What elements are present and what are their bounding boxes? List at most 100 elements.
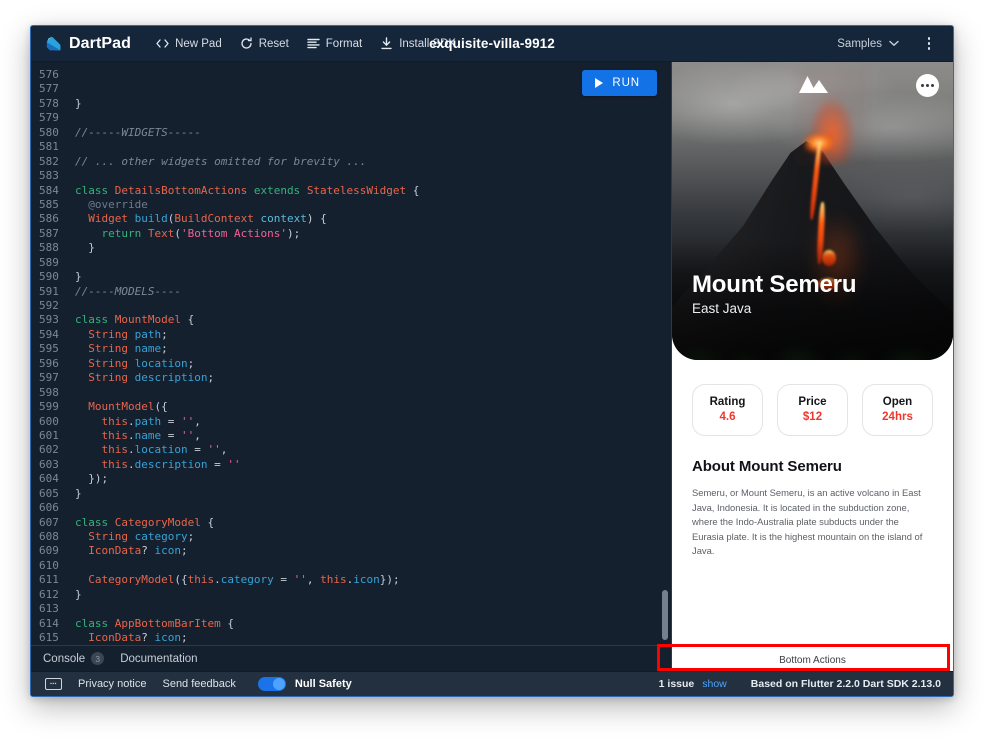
code-line: 594 String path; xyxy=(31,328,671,342)
brand-name: DartPad xyxy=(69,34,132,52)
tab-console[interactable]: Console 3 xyxy=(43,652,105,665)
stat-label: Open xyxy=(882,396,913,408)
code-token: ? xyxy=(141,544,155,558)
null-safety-group: Null Safety xyxy=(257,677,352,691)
code-token: } xyxy=(75,486,82,500)
code-token: } xyxy=(75,587,82,601)
code-token: this xyxy=(320,573,347,587)
line-number: 608 xyxy=(39,530,59,543)
stat-card-rating[interactable]: Rating 4.6 xyxy=(692,384,763,436)
keyboard-icon[interactable]: ▪▪▪ xyxy=(45,678,62,690)
code-token: = xyxy=(161,428,181,442)
show-issues-link[interactable]: show xyxy=(702,678,727,690)
code-token: this xyxy=(101,443,129,457)
bottom-actions-text[interactable]: Bottom Actions xyxy=(672,649,953,671)
send-feedback-link[interactable]: Send feedback xyxy=(162,678,235,690)
reset-button[interactable]: Reset xyxy=(231,33,298,54)
code-brackets-icon xyxy=(156,37,169,50)
line-number: 581 xyxy=(39,140,59,154)
code-token: = xyxy=(207,457,228,471)
code-token: icon xyxy=(154,631,181,645)
code-line: 597 String description; xyxy=(31,371,671,385)
stat-value: 24hrs xyxy=(882,411,913,423)
reset-label: Reset xyxy=(258,37,289,50)
dart-logo-icon xyxy=(45,35,62,52)
more-horizontal-icon[interactable] xyxy=(916,74,939,97)
line-number: 582 xyxy=(39,154,59,168)
editor-scrollbar-thumb[interactable] xyxy=(662,590,668,640)
tab-documentation[interactable]: Documentation xyxy=(120,653,197,665)
code-token: = xyxy=(161,414,181,428)
line-number: 583 xyxy=(39,169,59,183)
null-safety-label: Null Safety xyxy=(294,678,352,690)
code-token: }); xyxy=(75,472,109,486)
line-number: 595 xyxy=(39,342,59,356)
line-number: 601 xyxy=(39,428,59,442)
stat-cards: Rating 4.6 Price $12 Open 24hrs xyxy=(672,360,953,436)
run-button[interactable]: RUN xyxy=(582,70,657,96)
code-token: // ... other widgets omitted for brevity… xyxy=(75,154,367,168)
stat-card-price[interactable]: Price $12 xyxy=(777,384,848,436)
code-token: name xyxy=(134,428,162,442)
issue-count: 1 issue xyxy=(658,678,695,690)
code-line: 606 xyxy=(31,501,671,515)
line-number: 591 xyxy=(39,284,59,298)
overflow-menu-button[interactable] xyxy=(917,32,941,56)
line-number: 600 xyxy=(39,414,59,428)
code-line: 592 xyxy=(31,299,671,313)
code-token: this xyxy=(101,414,129,428)
samples-dropdown[interactable]: Samples xyxy=(829,34,907,54)
code-line: 601 this.name = '', xyxy=(31,429,671,443)
new-pad-button[interactable]: New Pad xyxy=(147,33,231,54)
install-sdk-label: Install SDK xyxy=(399,37,457,50)
code-line: 586 Widget build(BuildContext context) { xyxy=(31,212,671,226)
code-line: 604 }); xyxy=(31,472,671,486)
code-token: category xyxy=(134,530,188,543)
code-token: , xyxy=(194,414,201,428)
line-number: 611 xyxy=(39,573,59,587)
new-pad-label: New Pad xyxy=(175,37,222,50)
main-split: 576 577 578} 579 580//-----WIDGETS----- 581 58… xyxy=(31,62,953,671)
code-editor[interactable]: 576 577 578} 579 580//-----WIDGETS----- 581 58… xyxy=(31,62,672,645)
null-safety-toggle[interactable] xyxy=(257,677,286,691)
code-token: //-----WIDGETS----- xyxy=(75,125,201,139)
code-token: class xyxy=(75,616,115,630)
console-tab-label: Console xyxy=(43,652,86,665)
code-token: Widget xyxy=(88,212,128,226)
hero-title: Mount Semeru xyxy=(692,270,857,298)
format-lines-icon xyxy=(307,37,320,50)
code-token: IconData xyxy=(88,544,142,558)
code-content[interactable]: 576 577 578} 579 580//-----WIDGETS----- 581 58… xyxy=(31,62,671,645)
status-bar-left: ▪▪▪ Privacy notice Send feedback Null Sa… xyxy=(45,677,352,691)
code-token: ({ xyxy=(174,573,188,587)
code-line: 582 // ... other widgets omitted for brev… xyxy=(31,155,671,169)
stat-card-open[interactable]: Open 24hrs xyxy=(862,384,933,436)
code-token: CategoryModel xyxy=(88,573,175,587)
line-number: 590 xyxy=(39,270,59,284)
install-sdk-button[interactable]: Install SDK xyxy=(371,33,465,54)
code-token: . xyxy=(128,443,135,457)
more-dot xyxy=(921,84,924,87)
code-token: DetailsBottomActions xyxy=(114,183,248,197)
code-line: 580 //-----WIDGETS----- xyxy=(31,126,671,140)
hero-text-block: Mount Semeru East Java xyxy=(692,270,857,316)
play-icon xyxy=(595,78,604,88)
code-token: context xyxy=(260,212,307,226)
code-token: ; xyxy=(187,356,195,370)
code-token: this xyxy=(101,428,129,442)
code-line: 608 String category; xyxy=(31,530,671,544)
format-button[interactable]: Format xyxy=(298,33,371,54)
privacy-notice-link[interactable]: Privacy notice xyxy=(78,678,146,690)
code-line: 599 MountModel({ xyxy=(31,400,671,414)
line-number: 587 xyxy=(39,226,59,240)
code-line: 583 xyxy=(31,169,671,183)
